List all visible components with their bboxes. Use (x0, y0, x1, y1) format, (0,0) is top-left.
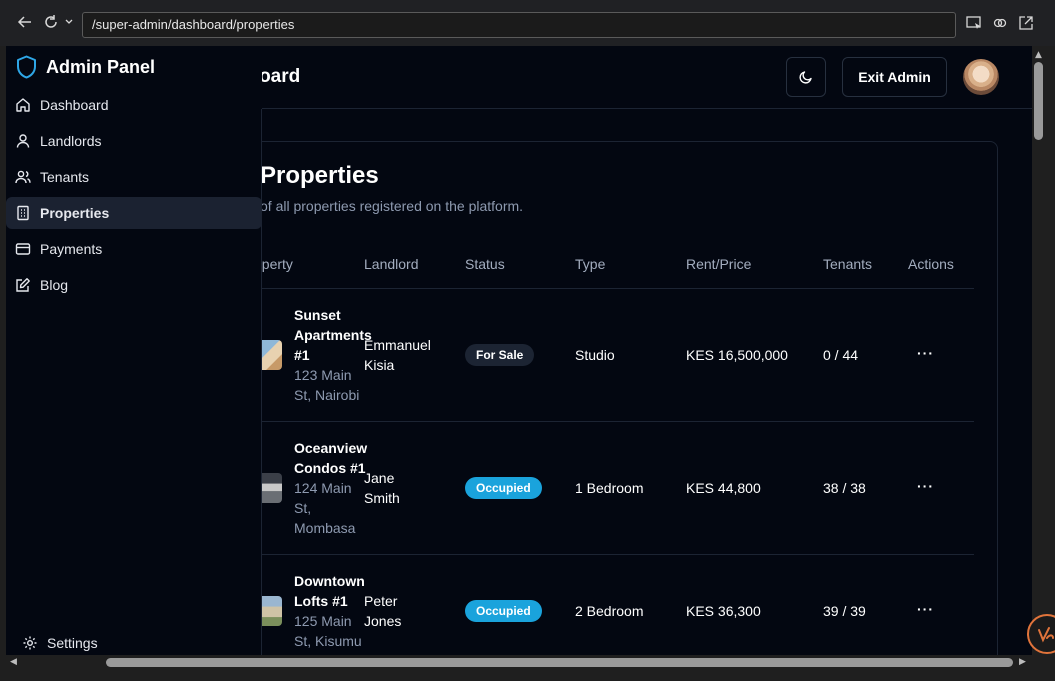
gear-icon (23, 636, 37, 650)
tenant-count: 0 / 44 (823, 347, 859, 363)
status-badge: Occupied (465, 600, 542, 622)
sidebar-item-label: Blog (40, 277, 69, 293)
row-divider (262, 554, 974, 555)
back-arrow-icon[interactable] (16, 14, 34, 32)
sidebar-divider (261, 109, 262, 655)
sidebar-item-settings[interactable]: Settings (22, 635, 98, 651)
row-actions-button[interactable]: ··· (917, 345, 934, 361)
exit-admin-button[interactable]: Exit Admin (842, 57, 947, 97)
users-icon (15, 170, 31, 184)
tenant-count: 39 / 39 (823, 603, 866, 619)
property-name[interactable]: Oceanview Condos #1 (294, 438, 374, 478)
moon-icon (799, 71, 812, 84)
sidebar-item-label: Landlords (40, 133, 102, 149)
status-badge: For Sale (465, 344, 535, 366)
sidebar: Admin Panel Dashboard Landlords Tenants … (6, 46, 262, 655)
edit-icon (16, 278, 30, 292)
scroll-left-arrow-icon[interactable]: ◀ (10, 657, 17, 667)
row-divider (262, 421, 974, 422)
external-link-icon[interactable] (1018, 15, 1034, 31)
property-thumbnail (262, 340, 282, 370)
sidebar-item-blog[interactable]: Blog (6, 269, 262, 301)
reload-icon[interactable] (42, 14, 60, 32)
user-icon (16, 134, 30, 148)
column-header-rent[interactable]: Rent/Price (686, 256, 751, 272)
row-actions-button[interactable]: ··· (917, 601, 934, 617)
sidebar-item-tenants[interactable]: Tenants (6, 161, 262, 193)
property-address: 123 Main St, Nairobi (294, 367, 360, 403)
property-type: Studio (575, 347, 615, 363)
property-thumbnail (262, 596, 282, 626)
property-type: 2 Bedroom (575, 603, 644, 619)
column-header-landlord[interactable]: Landlord (364, 256, 419, 272)
property-address: 125 Main St, Kisumu (294, 613, 362, 649)
home-icon (16, 98, 30, 112)
cast-icon[interactable] (966, 15, 982, 31)
settings-label: Settings (47, 635, 98, 651)
browser-toolbar: /super-admin/dashboard/properties (0, 0, 1055, 46)
column-header-tenants[interactable]: Tenants (823, 256, 872, 272)
property-price: KES 36,300 (686, 603, 761, 619)
column-header-actions: Actions (908, 256, 954, 272)
row-actions-button[interactable]: ··· (917, 478, 934, 494)
property-address: 124 Main St, Mombasa (294, 480, 356, 536)
main-content: Properties of all properties registered … (262, 109, 1032, 655)
sidebar-item-properties[interactable]: Properties (6, 197, 262, 229)
status-badge: Occupied (465, 477, 542, 499)
property-name[interactable]: Sunset Apartments #1 (294, 305, 374, 365)
property-name[interactable]: Downtown Lofts #1 (294, 571, 374, 611)
column-header-type[interactable]: Type (575, 256, 605, 272)
property-price: KES 16,500,000 (686, 347, 788, 363)
row-divider (262, 288, 974, 289)
column-header-property[interactable]: operty (262, 256, 293, 272)
link-icon[interactable] (992, 15, 1008, 31)
page-subtitle: of all properties registered on the plat… (262, 198, 524, 214)
theme-toggle-button[interactable] (786, 57, 826, 97)
property-price: KES 44,800 (686, 480, 761, 496)
sidebar-item-label: Dashboard (40, 97, 109, 113)
shield-icon (17, 55, 36, 79)
landlord-name: Jane Smith (364, 470, 400, 506)
sidebar-item-label: Tenants (40, 169, 90, 185)
sidebar-item-label: Properties (40, 205, 110, 221)
chevron-down-icon[interactable] (60, 14, 78, 32)
sidebar-item-dashboard[interactable]: Dashboard (6, 89, 262, 121)
credit-card-icon (15, 243, 31, 255)
top-header: Dashboard Exit Admin (168, 46, 1032, 109)
tenant-count: 38 / 38 (823, 480, 866, 496)
column-header-status[interactable]: Status (465, 256, 505, 272)
landlord-name: Peter Jones (364, 593, 402, 629)
sidebar-item-label: Payments (40, 241, 103, 257)
vertical-scrollbar-thumb[interactable] (1034, 62, 1043, 140)
floating-widget-icon[interactable] (1027, 614, 1055, 654)
scroll-right-arrow-icon[interactable]: ▶ (1019, 657, 1026, 667)
horizontal-scrollbar-thumb[interactable] (106, 658, 1013, 667)
app-viewport: Dashboard Exit Admin Properties of all p… (6, 46, 1032, 655)
property-type: 1 Bedroom (575, 480, 644, 496)
brand[interactable]: Admin Panel (16, 55, 155, 79)
brand-title: Admin Panel (46, 56, 156, 77)
landlord-name: Emmanuel Kisia (364, 337, 431, 373)
avatar[interactable] (963, 59, 999, 95)
sidebar-item-payments[interactable]: Payments (6, 233, 262, 265)
property-thumbnail (262, 473, 282, 503)
scroll-up-arrow-icon[interactable]: ▲ (1035, 50, 1042, 60)
sidebar-item-landlords[interactable]: Landlords (6, 125, 262, 157)
address-bar[interactable]: /super-admin/dashboard/properties (82, 12, 956, 38)
page-title: Properties (262, 162, 379, 189)
building-icon (17, 205, 29, 221)
